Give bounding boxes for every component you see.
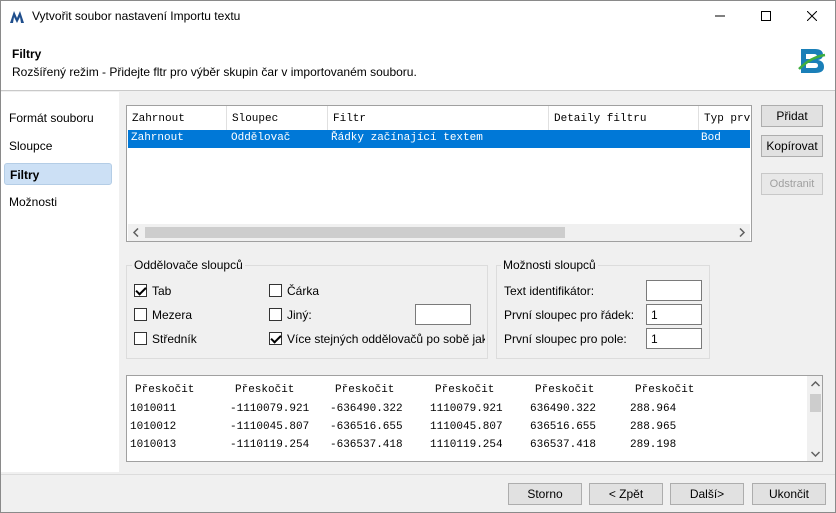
close-icon xyxy=(807,11,817,21)
close-button[interactable] xyxy=(789,1,835,31)
page-title: Filtry xyxy=(12,47,42,61)
column-header[interactable]: Detaily filtru xyxy=(549,106,699,130)
preview-cell: 1010012 xyxy=(130,421,177,433)
preview-column-header[interactable]: Přeskočit xyxy=(527,378,602,400)
preview-column-header[interactable]: Přeskočit xyxy=(427,378,502,400)
nav-item-options[interactable]: Možnosti xyxy=(4,191,112,213)
preview-column-header[interactable]: Přeskočit xyxy=(227,378,302,400)
next-button[interactable]: Další> xyxy=(670,483,744,505)
preview-column-header[interactable]: Přeskočit xyxy=(127,378,202,400)
cancel-button[interactable]: Storno xyxy=(508,483,582,505)
preview-cell: 636537.418 xyxy=(530,439,597,451)
preview-cell: -1110119.254 xyxy=(230,439,310,451)
column-header[interactable]: Typ prvku xyxy=(699,106,751,130)
wizard-footer: Storno < Zpět Další> Ukončit xyxy=(1,474,835,512)
first-column-field-input[interactable]: 1 xyxy=(646,328,702,349)
preview-cell: -636537.418 xyxy=(330,439,403,451)
semicolon-label: Středník xyxy=(152,332,197,346)
dialog-window: Vytvořit soubor nastavení Importu textu … xyxy=(0,0,836,513)
preview-cell: 289.198 xyxy=(630,439,677,451)
other-checkbox[interactable] xyxy=(269,308,282,321)
text-identifier-input[interactable] xyxy=(646,280,702,301)
space-checkbox[interactable] xyxy=(134,308,147,321)
filter-table[interactable]: Zahrnout Sloupec Filtr Detaily filtru Ty… xyxy=(126,105,752,242)
text-identifier-label: Text identifikátor: xyxy=(504,284,595,298)
add-filter-button[interactable]: Přidat xyxy=(761,105,823,127)
vertical-scrollbar[interactable] xyxy=(807,376,822,461)
first-column-field-label: První sloupec pro pole: xyxy=(504,332,627,346)
bentley-logo-icon xyxy=(795,45,827,77)
preview-cell: 288.964 xyxy=(630,403,677,415)
first-column-row-label: První sloupec pro řádek: xyxy=(504,308,635,322)
tab-label: Tab xyxy=(152,284,172,298)
preview-column-header[interactable]: Přeskočit xyxy=(327,378,402,400)
preview-cell: 1110045.807 xyxy=(430,421,503,433)
column-header[interactable]: Zahrnout xyxy=(127,106,227,130)
preview-column-header[interactable]: Přeskočit xyxy=(627,378,702,400)
wizard-nav: Formát souboru Sloupce Filtry Možnosti xyxy=(1,92,119,472)
nav-item-file-format[interactable]: Formát souboru xyxy=(4,107,112,129)
separators-group-title: Oddělovače sloupců xyxy=(132,258,245,272)
multiple-separators-checkbox[interactable] xyxy=(269,332,282,345)
preview-cell: -636490.322 xyxy=(330,403,403,415)
scroll-up-icon[interactable] xyxy=(811,380,820,388)
maximize-icon xyxy=(761,11,771,21)
column-header[interactable]: Filtr xyxy=(328,106,549,130)
scrollbar-thumb[interactable] xyxy=(145,227,565,238)
app-logo-icon xyxy=(10,11,24,23)
table-cell: Bod xyxy=(701,132,721,144)
preview-cell: -636516.655 xyxy=(330,421,403,433)
preview-cell: 1010011 xyxy=(130,403,177,415)
scrollbar-thumb[interactable] xyxy=(810,394,821,412)
preview-cell: 1010013 xyxy=(130,439,177,451)
finish-button[interactable]: Ukončit xyxy=(752,483,826,505)
back-button[interactable]: < Zpět xyxy=(589,483,663,505)
comma-checkbox[interactable] xyxy=(269,284,282,297)
first-column-row-input[interactable]: 1 xyxy=(646,304,702,325)
other-label: Jiný: xyxy=(287,308,312,322)
column-header[interactable]: Sloupec xyxy=(227,106,328,130)
other-separator-input[interactable] xyxy=(415,304,471,325)
table-cell: Řádky začínající textem xyxy=(331,132,483,144)
scroll-left-icon[interactable] xyxy=(132,228,140,237)
minimize-icon xyxy=(715,15,725,17)
preview-table[interactable]: Přeskočit Přeskočit Přeskočit Přeskočit … xyxy=(126,375,823,462)
maximize-button[interactable] xyxy=(743,1,789,31)
scroll-down-icon[interactable] xyxy=(811,450,820,458)
preview-cell: -1110079.921 xyxy=(230,403,310,415)
comma-label: Čárka xyxy=(287,284,320,298)
preview-cell: 636516.655 xyxy=(530,421,597,433)
multiple-separators-label: Více stejných oddělovačů po sobě jako je… xyxy=(287,332,485,346)
remove-filter-button[interactable]: Odstranit xyxy=(761,173,823,195)
preview-cell: 1110079.921 xyxy=(430,403,503,415)
preview-cell: 636490.322 xyxy=(530,403,597,415)
minimize-button[interactable] xyxy=(697,1,743,31)
tab-checkbox[interactable] xyxy=(134,284,147,297)
page-subtitle: Rozšířený režim - Přidejte fltr pro výbě… xyxy=(12,65,417,79)
title-bar: Vytvořit soubor nastavení Importu textu xyxy=(1,1,835,31)
column-options-group-title: Možnosti sloupců xyxy=(501,258,598,272)
space-label: Mezera xyxy=(152,308,193,322)
preview-cell: 1110119.254 xyxy=(430,439,503,451)
horizontal-scrollbar[interactable] xyxy=(128,224,750,241)
copy-filter-button[interactable]: Kopírovat xyxy=(761,135,823,157)
table-cell: Zahrnout xyxy=(131,132,184,144)
semicolon-checkbox[interactable] xyxy=(134,332,147,345)
wizard-header: Filtry Rozšířený režim - Přidejte fltr p… xyxy=(1,31,835,91)
window-title: Vytvořit soubor nastavení Importu textu xyxy=(32,9,241,23)
preview-cell: 288.965 xyxy=(630,421,677,433)
nav-item-filters[interactable]: Filtry xyxy=(4,163,112,185)
table-cell: Oddělovač xyxy=(231,132,291,144)
preview-cell: -1110045.807 xyxy=(230,421,310,433)
scroll-right-icon[interactable] xyxy=(738,228,746,237)
table-row[interactable]: Zahrnout Oddělovač Řádky začínající text… xyxy=(128,130,750,148)
nav-item-columns[interactable]: Sloupce xyxy=(4,135,112,157)
